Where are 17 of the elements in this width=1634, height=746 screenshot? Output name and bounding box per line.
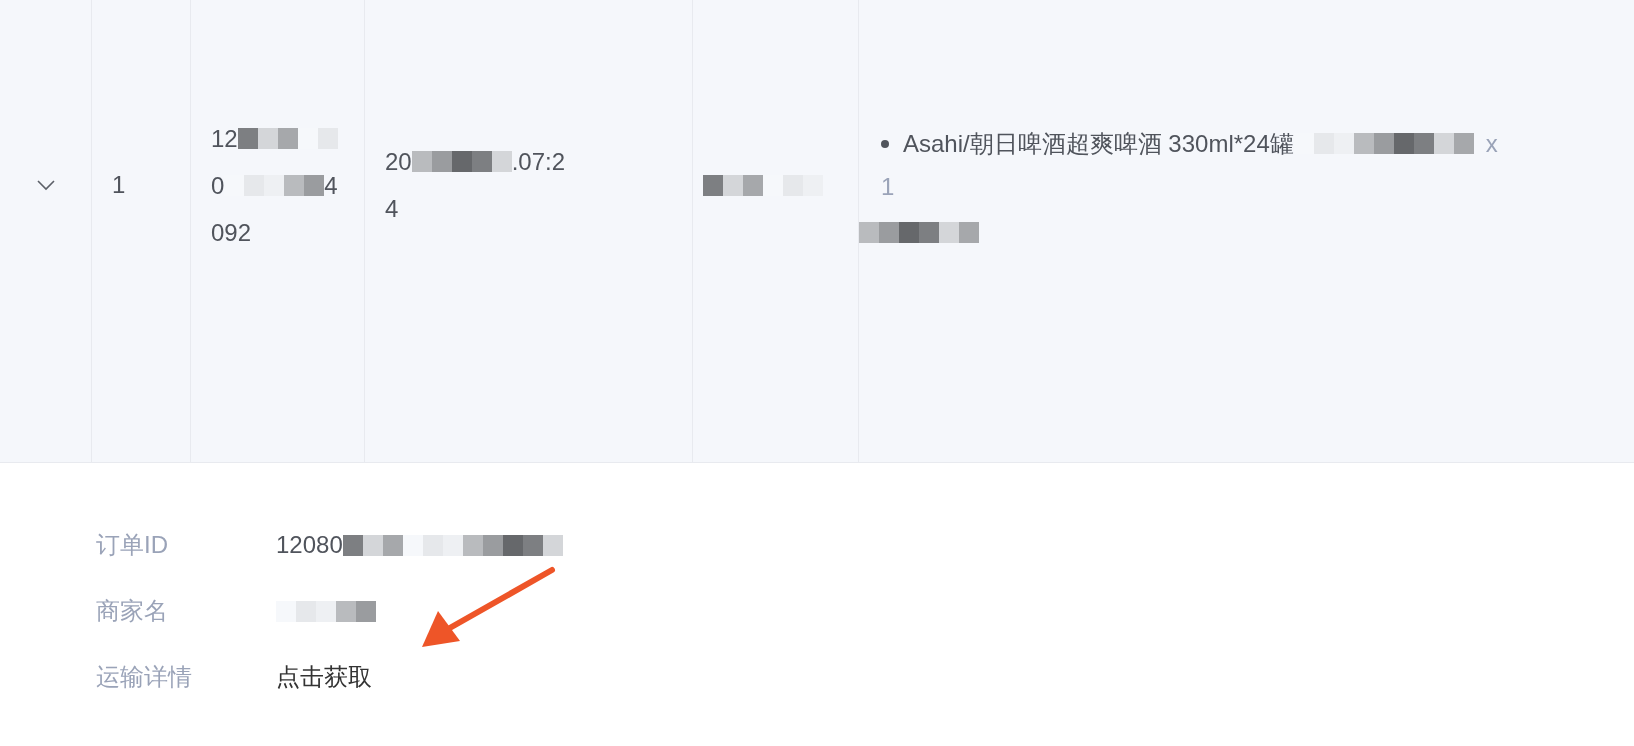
- order-id-text: 12: [211, 123, 238, 154]
- order-time-text: 4: [385, 194, 399, 224]
- order-time-text: .07:2: [511, 147, 566, 177]
- order-id-text: 092: [211, 217, 252, 248]
- product-quantity: 1: [881, 172, 895, 202]
- order-id-text: 4: [324, 170, 338, 201]
- order-time-text: 20: [385, 147, 412, 177]
- field-value: 12080: [276, 530, 343, 560]
- product-name: Asahi/朝日啤酒超爽啤酒 330ml*24罐: [903, 129, 1294, 159]
- order-id-text: 0: [211, 170, 225, 201]
- row-index: 1: [112, 170, 126, 200]
- field-label: 商家名: [96, 596, 169, 626]
- field-label: 订单ID: [96, 530, 169, 560]
- quantity-mark: x: [1485, 129, 1498, 159]
- chevron-down-icon[interactable]: [35, 179, 56, 191]
- fetch-link[interactable]: 点击获取: [276, 659, 372, 695]
- field-label: 运输详情: [96, 662, 193, 692]
